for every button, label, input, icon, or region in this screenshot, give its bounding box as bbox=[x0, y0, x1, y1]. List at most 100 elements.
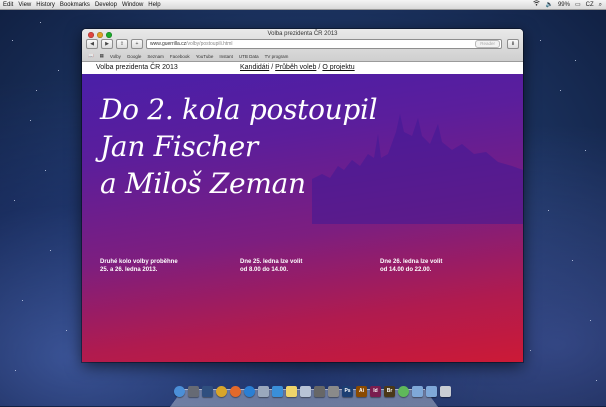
nav-link-o-projektu[interactable]: O projektu bbox=[322, 64, 354, 71]
menu-bookmarks[interactable]: Bookmarks bbox=[60, 2, 90, 8]
headline-line-3: a Miloš Zeman bbox=[100, 167, 306, 200]
bookmark-youtube[interactable]: YouTube bbox=[196, 54, 214, 59]
star-decoration bbox=[585, 150, 586, 151]
nav-separator: / bbox=[318, 64, 321, 71]
window-title: Volba prezidenta ČR 2013 bbox=[267, 31, 338, 37]
bookmark-google[interactable]: Google bbox=[127, 54, 142, 59]
finder-icon[interactable] bbox=[174, 386, 185, 397]
headline-line-2: Jan Fischer bbox=[100, 130, 258, 163]
documents-folder-icon[interactable] bbox=[426, 386, 437, 397]
star-decoration bbox=[14, 200, 15, 201]
messages-icon[interactable] bbox=[398, 386, 409, 397]
star-decoration bbox=[548, 210, 549, 211]
star-decoration bbox=[530, 350, 531, 351]
nav-link-kandidati[interactable]: Kandidáti bbox=[240, 64, 269, 71]
launchpad-icon[interactable] bbox=[188, 386, 199, 397]
star-decoration bbox=[22, 300, 23, 301]
bookmark-volby[interactable]: Volby bbox=[110, 54, 121, 59]
star-decoration bbox=[560, 90, 561, 91]
calculator-icon[interactable] bbox=[314, 386, 325, 397]
trash-icon[interactable] bbox=[440, 386, 451, 397]
star-decoration bbox=[572, 260, 573, 261]
mail-icon[interactable] bbox=[258, 386, 269, 397]
bookmark-utb-data[interactable]: UTB Data bbox=[239, 54, 259, 59]
show-all-bookmarks-icon[interactable]: 📖 bbox=[88, 53, 94, 59]
menubar: Edit View History Bookmarks Develop Wind… bbox=[0, 0, 606, 10]
headline: Do 2. kola postoupil Jan Fischer a Miloš… bbox=[100, 91, 378, 202]
menu-develop[interactable]: Develop bbox=[95, 2, 117, 8]
star-decoration bbox=[66, 330, 67, 331]
reader-button[interactable]: Reader bbox=[475, 40, 500, 48]
hero-section: Do 2. kola postoupil Jan Fischer a Miloš… bbox=[82, 74, 523, 362]
back-button[interactable]: ◀ bbox=[86, 39, 98, 49]
menu-edit[interactable]: Edit bbox=[3, 2, 13, 8]
star-decoration bbox=[30, 120, 31, 121]
bookmark-instant[interactable]: Instant bbox=[219, 54, 233, 59]
wifi-icon[interactable] bbox=[533, 0, 541, 10]
preview-icon[interactable] bbox=[300, 386, 311, 397]
illustrator-icon[interactable]: Ai bbox=[356, 386, 367, 397]
star-decoration bbox=[50, 250, 51, 251]
share-button[interactable]: ⇪ bbox=[116, 39, 128, 49]
bookmark-facebook[interactable]: Facebook bbox=[170, 54, 190, 59]
url-path: /volby/postoupili.html bbox=[186, 41, 233, 47]
downloads-icon[interactable]: ⬇ bbox=[507, 39, 519, 49]
star-decoration bbox=[15, 370, 16, 371]
info-line: od 14.00 do 22.00. bbox=[380, 267, 432, 273]
info-line: od 8.00 do 14.00. bbox=[240, 267, 289, 273]
downloads-folder-icon[interactable] bbox=[412, 386, 423, 397]
star-decoration bbox=[596, 380, 597, 381]
info-block-january-25: Dne 25. ledna lze volit od 8.00 do 14.00… bbox=[240, 258, 302, 274]
bookmark-seznam[interactable]: Seznam bbox=[147, 54, 164, 59]
star-decoration bbox=[58, 70, 59, 71]
dock: Ps Ai Id Br bbox=[174, 386, 451, 397]
menu-view[interactable]: View bbox=[18, 2, 31, 8]
chrome-icon[interactable] bbox=[216, 386, 227, 397]
info-line: Druhé kolo volby proběhne bbox=[100, 259, 178, 265]
itunes-icon[interactable] bbox=[272, 386, 283, 397]
add-bookmark-button[interactable]: + bbox=[131, 39, 143, 49]
star-decoration bbox=[540, 40, 541, 41]
bridge-icon[interactable]: Br bbox=[384, 386, 395, 397]
browser-toolbar: ◀ ▶ ⇪ + www.guerrilla.cz/volby/postoupil… bbox=[86, 39, 519, 49]
nav-separator: / bbox=[271, 64, 274, 71]
battery-percent: 99% bbox=[557, 2, 570, 8]
firefox-icon[interactable] bbox=[230, 386, 241, 397]
info-line: Dne 26. ledna lze volit bbox=[380, 259, 443, 265]
volume-icon[interactable]: 🔈 bbox=[545, 0, 552, 10]
url-domain: www.guerrilla.cz bbox=[150, 41, 187, 47]
web-page: Volba prezidenta ČR 2013 Kandidáti / Průbě… bbox=[82, 62, 523, 362]
language-flag[interactable]: CZ bbox=[586, 0, 594, 10]
info-block-second-round: Druhé kolo volby proběhne 25. a 26. ledn… bbox=[100, 258, 178, 274]
nav-link-prubeh-voleb[interactable]: Průběh voleb bbox=[275, 64, 316, 71]
forward-button[interactable]: ▶ bbox=[101, 39, 113, 49]
bookmarks-bar: 📖 ▦ Volby Google Seznam Facebook YouTube… bbox=[88, 52, 519, 60]
star-decoration bbox=[575, 60, 576, 61]
bookmark-tv-program[interactable]: TV program bbox=[265, 54, 289, 59]
safari-icon[interactable] bbox=[244, 386, 255, 397]
top-sites-icon[interactable]: ▦ bbox=[100, 53, 104, 59]
star-decoration bbox=[36, 90, 37, 91]
star-decoration bbox=[40, 22, 41, 23]
menu-help[interactable]: Help bbox=[148, 2, 160, 8]
headline-line-1: Do 2. kola postoupil bbox=[100, 93, 378, 126]
mission-control-icon[interactable] bbox=[202, 386, 213, 397]
browser-window: Volba prezidenta ČR 2013 ◀ ▶ ⇪ + www.gue… bbox=[82, 29, 523, 362]
star-decoration bbox=[45, 170, 46, 171]
info-block-january-26: Dne 26. ledna lze volit od 14.00 do 22.0… bbox=[380, 258, 442, 274]
info-line: Dne 25. ledna lze volit bbox=[240, 259, 303, 265]
menu-history[interactable]: History bbox=[36, 2, 55, 8]
menubar-status: 🔈 99% ▭ CZ ⌕ bbox=[533, 0, 602, 10]
site-nav: Kandidáti / Průběh voleb / O projektu bbox=[240, 64, 355, 71]
menu-window[interactable]: Window bbox=[122, 2, 143, 8]
site-header: Volba prezidenta ČR 2013 Kandidáti / Průbě… bbox=[82, 62, 523, 74]
star-decoration bbox=[590, 320, 591, 321]
site-title[interactable]: Volba prezidenta ČR 2013 bbox=[96, 64, 178, 71]
notes-icon[interactable] bbox=[286, 386, 297, 397]
photoshop-icon[interactable]: Ps bbox=[342, 386, 353, 397]
system-preferences-icon[interactable] bbox=[328, 386, 339, 397]
battery-icon[interactable]: ▭ bbox=[575, 0, 581, 10]
address-bar[interactable]: www.guerrilla.cz/volby/postoupili.html bbox=[146, 39, 503, 49]
indesign-icon[interactable]: Id bbox=[370, 386, 381, 397]
spotlight-search-icon[interactable]: ⌕ bbox=[599, 0, 602, 10]
